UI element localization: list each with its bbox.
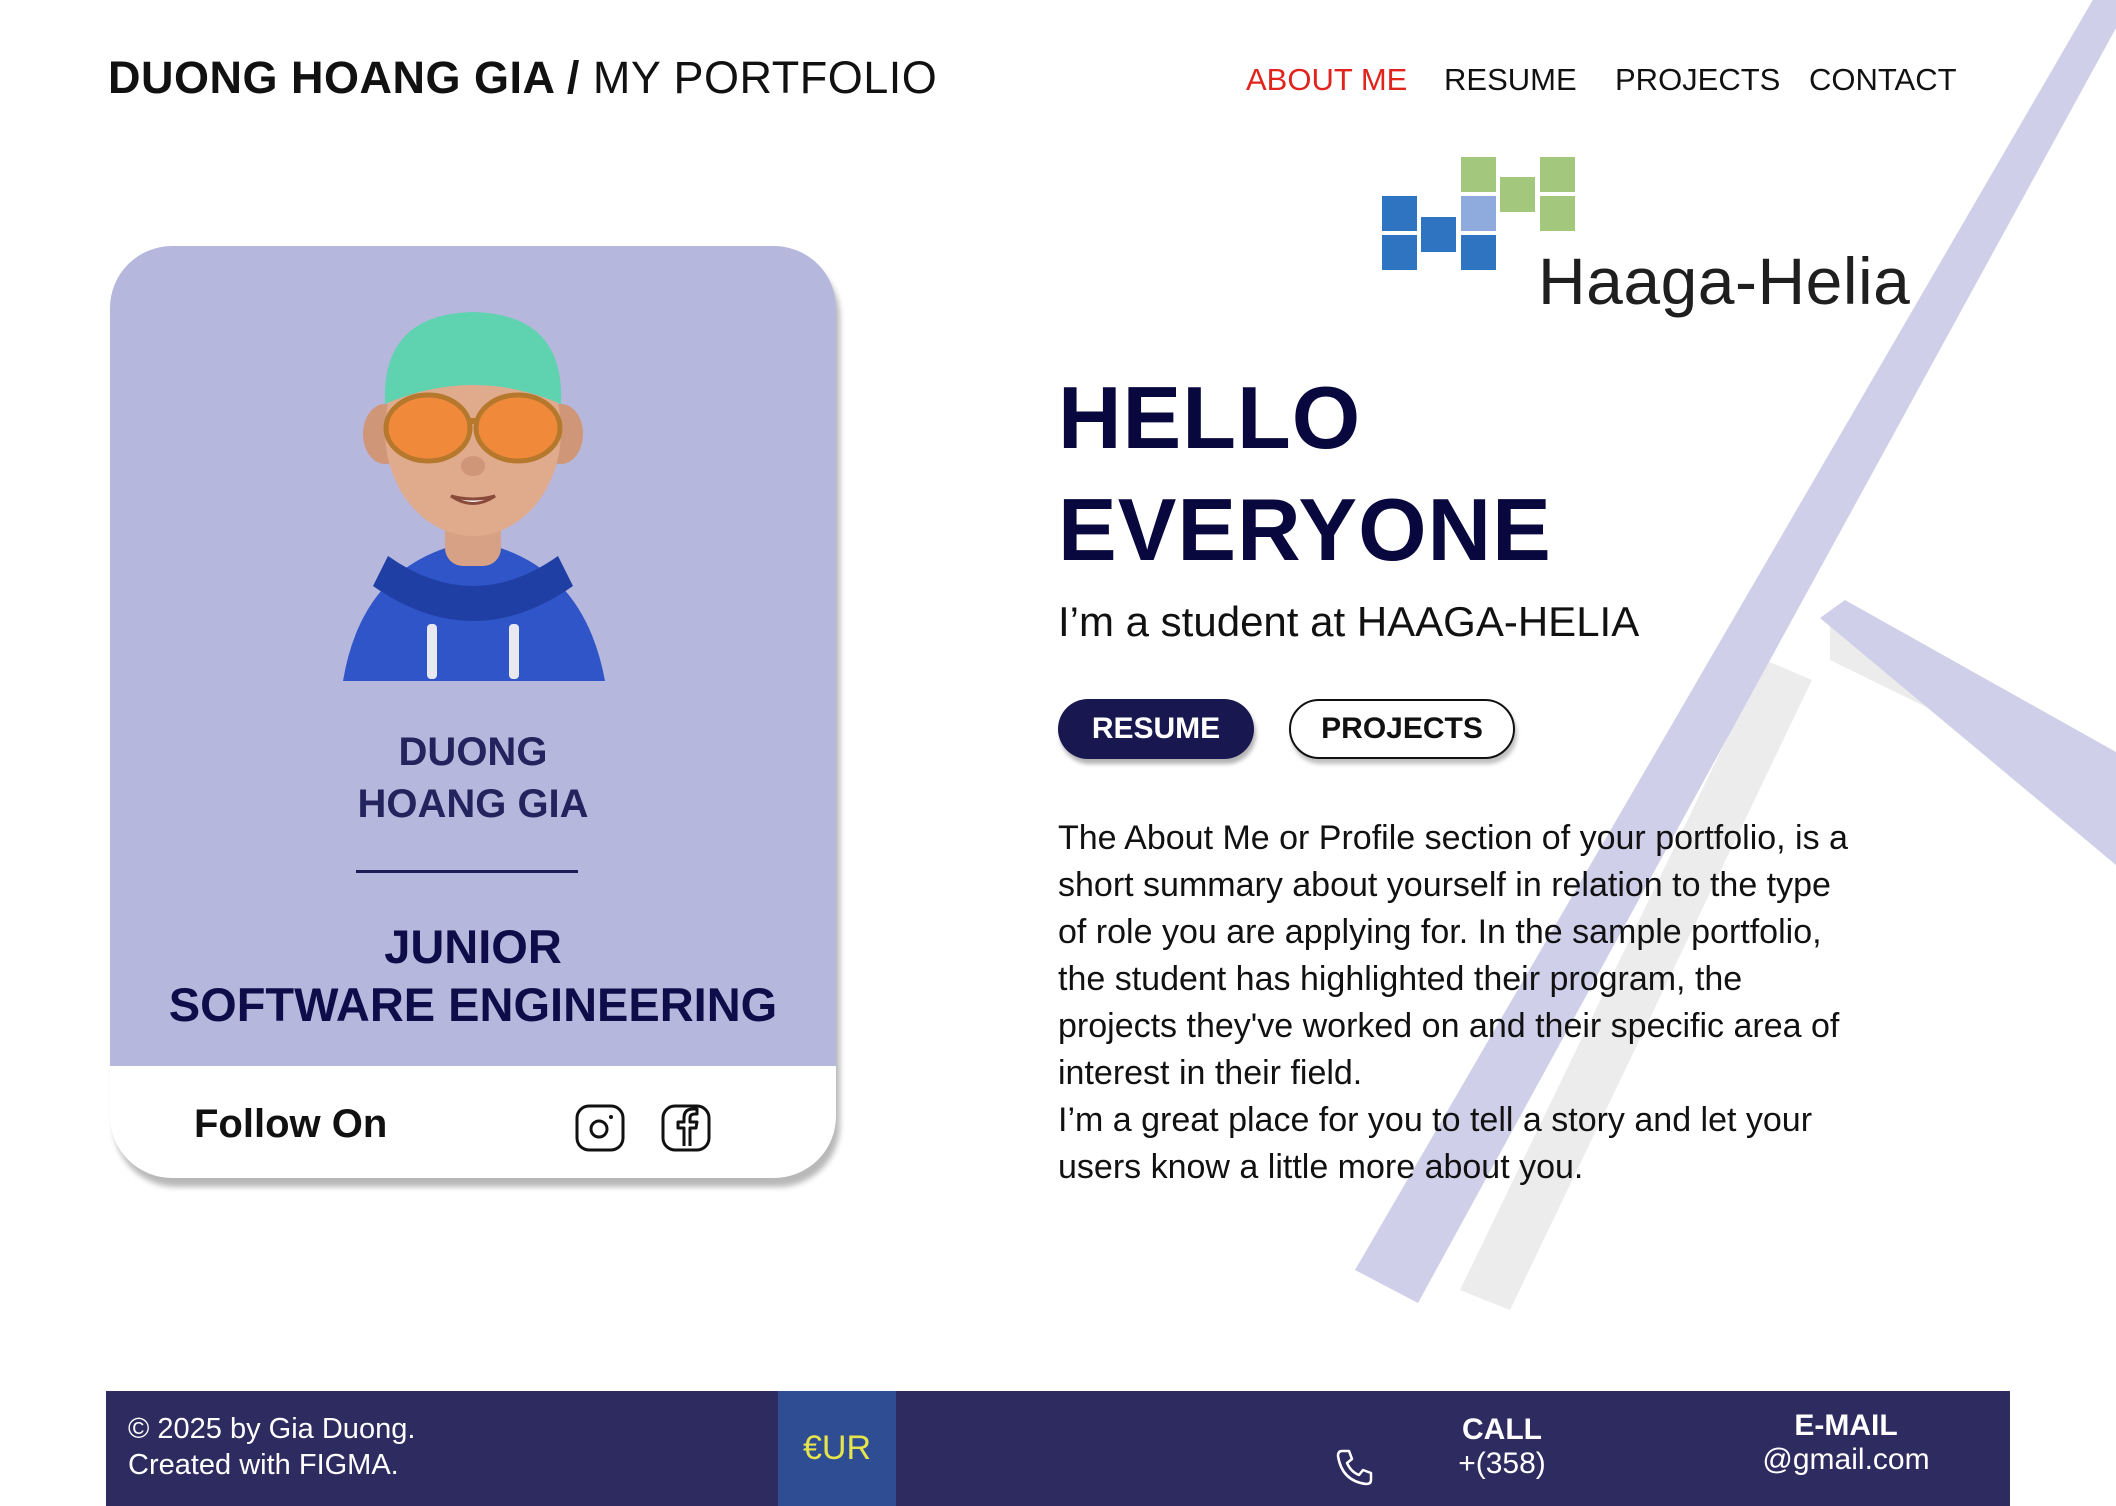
about-paragraph-2: I’m a great place for you to tell a stor… <box>1058 1101 1813 1186</box>
facebook-icon[interactable] <box>660 1104 712 1152</box>
about-paragraph: The About Me or Profile section of your … <box>1058 815 1858 1191</box>
instagram-icon[interactable] <box>574 1104 626 1152</box>
email-label: E-MAIL <box>1794 1409 1898 1442</box>
call-value[interactable]: +(358) <box>1442 1447 1562 1481</box>
email-value[interactable]: @gmail.com <box>1746 1443 1946 1477</box>
nav-contact[interactable]: CONTACT <box>1809 62 1957 98</box>
profile-role-line1: JUNIOR <box>384 920 562 973</box>
call-label: CALL <box>1462 1413 1542 1446</box>
site-brand[interactable]: DUONG HOANG GIA / MY PORTFOLIO <box>108 52 937 104</box>
about-paragraph-1: The About Me or Profile section of your … <box>1058 819 1848 1092</box>
footer-copyright: © 2025 by Gia Duong. Created with FIGMA. <box>128 1411 415 1483</box>
profile-card: DUONG HOANG GIA JUNIOR SOFTWARE ENGINEER… <box>110 246 836 1178</box>
profile-role-line2: SOFTWARE ENGINEERING <box>168 978 778 1031</box>
brand-name: DUONG HOANG GIA / <box>108 52 580 103</box>
profile-role: JUNIOR SOFTWARE ENGINEERING <box>110 918 836 1034</box>
profile-divider <box>356 870 578 873</box>
nav-projects[interactable]: PROJECTS <box>1615 62 1780 98</box>
copyright-line2: Created with FIGMA. <box>128 1449 399 1481</box>
projects-button[interactable]: PROJECTS <box>1289 699 1515 759</box>
follow-on-label: Follow On <box>194 1102 388 1146</box>
profile-card-header: DUONG HOANG GIA JUNIOR SOFTWARE ENGINEER… <box>110 246 836 1066</box>
hero-title-line1: HELLO <box>1058 368 1362 467</box>
avatar <box>343 312 605 681</box>
brand-subtitle: MY PORTFOLIO <box>579 52 938 103</box>
hero-title: HELLO EVERYONE <box>1058 362 1552 586</box>
hero-subtitle: I’m a student at HAAGA-HELIA <box>1058 598 1640 645</box>
euro-badge-text: €UR <box>802 1429 872 1467</box>
nav-resume[interactable]: RESUME <box>1444 62 1577 98</box>
site-footer: © 2025 by Gia Duong. Created with FIGMA.… <box>106 1391 2010 1506</box>
haaga-helia-logo-text: Haaga-Helia <box>1538 244 1911 318</box>
copyright-line1: © 2025 by Gia Duong. <box>128 1413 416 1445</box>
phone-icon[interactable] <box>1334 1447 1374 1487</box>
lavender-horizontal-stripe <box>1820 600 2116 865</box>
profile-name-line1: DUONG <box>398 730 548 774</box>
nav-about-me[interactable]: ABOUT ME <box>1246 62 1407 98</box>
resume-button[interactable]: RESUME <box>1058 699 1254 759</box>
profile-name-line2: HOANG GIA <box>357 782 589 826</box>
euro-badge: €UR <box>778 1391 896 1506</box>
profile-name: DUONG HOANG GIA <box>110 726 836 830</box>
hero-title-line2: EVERYONE <box>1058 480 1552 579</box>
